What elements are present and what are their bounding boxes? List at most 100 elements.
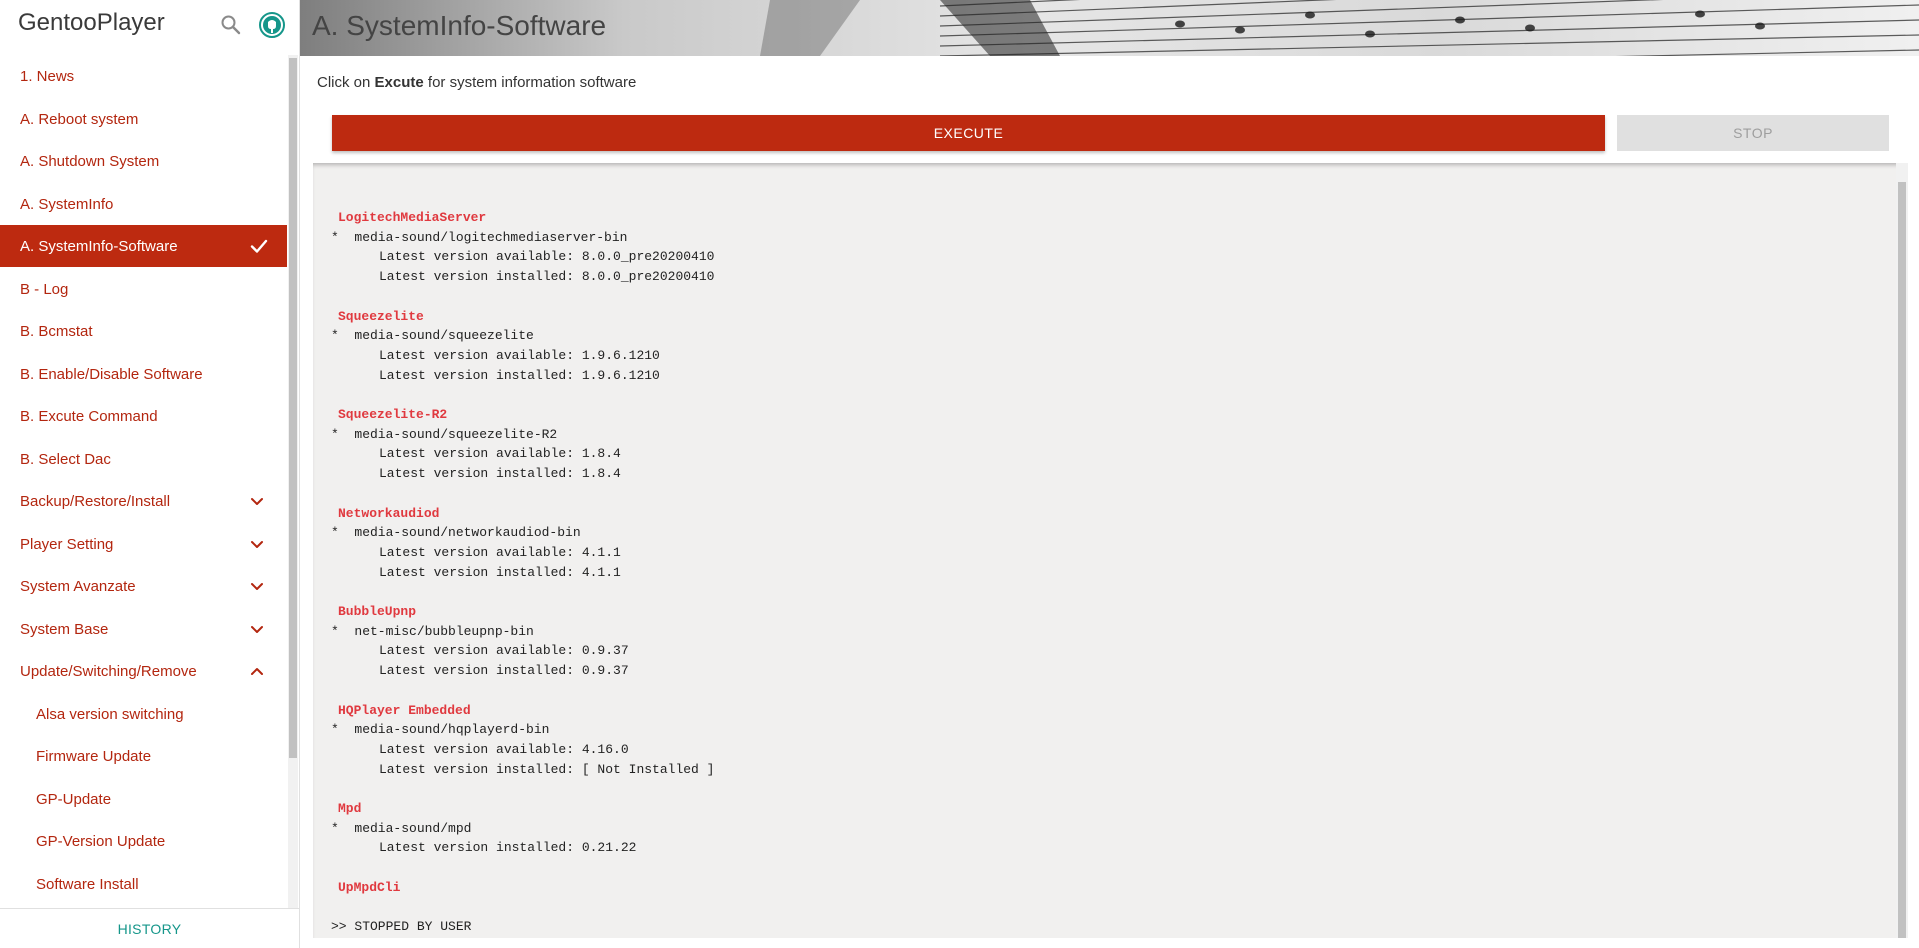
console-gap: [331, 681, 1893, 701]
sidebar-item-software-install[interactable]: Software Install: [0, 863, 287, 905]
console-gap: [331, 287, 1893, 307]
sidebar-item-label: A. SystemInfo: [20, 195, 114, 213]
sidebar-scroll-thumb[interactable]: [289, 58, 297, 758]
console-version-line: Latest version available: 1.8.4: [379, 446, 621, 462]
sidebar-nav: 1. News A. Reboot system A. Shutdown Syste…: [0, 55, 288, 908]
console-version-line: Latest version installed: 1.9.6.1210: [379, 367, 660, 383]
stop-button[interactable]: STOP: [1617, 115, 1889, 151]
console-gap: [331, 484, 1893, 504]
console-text: LogitechMediaServer * media-sound/logitec…: [313, 163, 1893, 938]
chevron-down-icon[interactable]: [249, 578, 265, 594]
sidebar-item-label: B. Select Dac: [20, 450, 111, 468]
sidebar-item-label: Backup/Restore/Install: [20, 492, 171, 510]
app-title: GentooPlayer: [18, 9, 165, 36]
sidebar: GentooPlayer 1. News A. Reboot system A. S…: [0, 0, 300, 948]
sidebar-group-system-base[interactable]: System Base: [0, 608, 287, 650]
console-section-title: Mpd: [338, 801, 362, 816]
sidebar-item-b-select-dac[interactable]: B. Select Dac: [0, 438, 287, 480]
sidebar-group-player-setting[interactable]: Player Setting: [0, 523, 287, 565]
console-version-line: Latest version installed: 1.8.4: [379, 466, 621, 482]
sidebar-item-label: B - Log: [20, 280, 69, 298]
sidebar-item-gp-version-update[interactable]: GP-Version Update: [0, 820, 287, 862]
sidebar-item-label: GP-Update: [36, 790, 112, 808]
instruction-prefix: Click on: [317, 74, 375, 91]
console-package-line: * media-sound/networkaudiod-bin: [331, 525, 581, 541]
page-title: A. SystemInfo-Software: [312, 10, 607, 41]
console-section-title: LogitechMediaServer: [338, 210, 487, 225]
sidebar-item-label: A. SystemInfo-Software: [20, 237, 178, 255]
chevron-down-icon[interactable]: [249, 536, 265, 552]
console-package-line: * media-sound/hqplayerd-bin: [331, 722, 550, 738]
console-version-line: Latest version available: 8.0.0_pre20200…: [379, 249, 715, 265]
sidebar-item-gp-update[interactable]: GP-Update: [0, 778, 287, 820]
console-section-title: BubbleUpnp: [338, 604, 417, 619]
sidebar-item-alsa-version-switching[interactable]: Alsa version switching: [0, 693, 287, 735]
chevron-up-icon[interactable]: [249, 663, 265, 679]
console-section-title: HQPlayer Embedded: [338, 702, 471, 718]
sidebar-group-system-avanzate[interactable]: System Avanzate: [0, 565, 287, 607]
console-scroll-thumb[interactable]: [1898, 182, 1906, 938]
sidebar-item-b-excute-command[interactable]: B. Excute Command: [0, 395, 287, 437]
console-gap: [331, 385, 1893, 405]
instruction-suffix: for system information software: [423, 74, 637, 91]
sidebar-item-label: B. Enable/Disable Software: [20, 365, 203, 383]
sidebar-item-a-shutdown-system[interactable]: A. Shutdown System: [0, 140, 287, 182]
sidebar-item-b-bcmstat[interactable]: B. Bcmstat: [0, 310, 287, 352]
console-section-title: Squeezelite-R2: [338, 407, 448, 422]
sidebar-item-label: System Avanzate: [20, 577, 136, 595]
console-version-line: Latest version installed: 0.9.37: [379, 663, 629, 679]
sidebar-item-label: B. Bcmstat: [20, 322, 93, 340]
chevron-down-icon[interactable]: [249, 493, 265, 509]
sidebar-item-label: System Base: [20, 620, 109, 638]
sidebar-group-backup-restore-install[interactable]: Backup/Restore/Install: [0, 480, 287, 522]
console-package-line: * net-misc/bubbleupnp-bin: [331, 623, 534, 639]
sidebar-item-label: GP-Version Update: [36, 832, 166, 850]
sidebar-item-label: 1. News: [20, 67, 75, 85]
sidebar-item-1-news[interactable]: 1. News: [0, 55, 287, 97]
sidebar-header: GentooPlayer: [0, 0, 299, 50]
check-icon: [249, 236, 269, 256]
sidebar-item-label: Alsa version switching: [36, 705, 184, 723]
github-icon[interactable]: [259, 12, 285, 38]
console-gap: [331, 779, 1893, 799]
search-icon[interactable]: [219, 13, 243, 37]
console-package-line: * media-sound/squeezelite: [331, 328, 534, 344]
instruction-text: Click on Excute for system information s…: [317, 74, 636, 91]
sidebar-scrollbar[interactable]: [288, 55, 298, 908]
instruction-keyword: Excute: [374, 74, 424, 91]
console-output: LogitechMediaServer * media-sound/logitec…: [313, 163, 1908, 938]
console-gap: [331, 582, 1893, 602]
history-button[interactable]: HISTORY: [118, 921, 182, 937]
sidebar-item-label: Software Install: [36, 875, 139, 893]
header-banner: A. SystemInfo-Software: [300, 0, 1919, 56]
sidebar-item-firmware-update[interactable]: Firmware Update: [0, 735, 287, 777]
sidebar-item-label: A. Reboot system: [20, 110, 139, 128]
console-package-line: * media-sound/logitechmediaserver-bin: [331, 229, 628, 245]
sidebar-item-label: Firmware Update: [36, 747, 152, 765]
console-gap: [331, 898, 1893, 918]
sidebar-group-update-switching-remove[interactable]: Update/Switching/Remove: [0, 650, 287, 692]
console-scrollbar[interactable]: [1896, 163, 1908, 938]
console-version-line: Latest version installed: [ Not Installe…: [379, 761, 715, 777]
execute-button[interactable]: EXECUTE: [332, 115, 1605, 151]
sidebar-item-a-systeminfo[interactable]: A. SystemInfo: [0, 183, 287, 225]
sidebar-item-label: B. Excute Command: [20, 407, 158, 425]
sidebar-item-a-reboot-system[interactable]: A. Reboot system: [0, 98, 287, 140]
sidebar-item-b-enable-disable-software[interactable]: B. Enable/Disable Software: [0, 353, 287, 395]
console-section-title: Networkaudiod: [338, 505, 440, 521]
console-version-line: Latest version available: 1.9.6.1210: [379, 347, 660, 363]
chevron-down-icon[interactable]: [249, 621, 265, 637]
console-version-line: Latest version available: 4.16.0: [379, 741, 629, 757]
console-version-line: Latest version available: 4.1.1: [379, 544, 621, 560]
main-content: A. SystemInfo-Software Click on Excute f…: [300, 0, 1919, 948]
sidebar-item-label: A. Shutdown System: [20, 152, 160, 170]
console-package-line: * media-sound/mpd: [331, 820, 472, 836]
console-gap: [331, 858, 1893, 878]
console-version-line: Latest version installed: 4.1.1: [379, 564, 621, 580]
sidebar-item-a-systeminfo-software[interactable]: A. SystemInfo-Software: [0, 225, 287, 267]
console-section-title: Squeezelite: [338, 308, 424, 324]
console-version-line: Latest version installed: 8.0.0_pre20200…: [379, 269, 715, 285]
sidebar-item-b-log[interactable]: B - Log: [0, 268, 287, 310]
history-bar: HISTORY: [0, 908, 299, 948]
console-version-line: Latest version installed: 0.21.22: [379, 840, 637, 856]
